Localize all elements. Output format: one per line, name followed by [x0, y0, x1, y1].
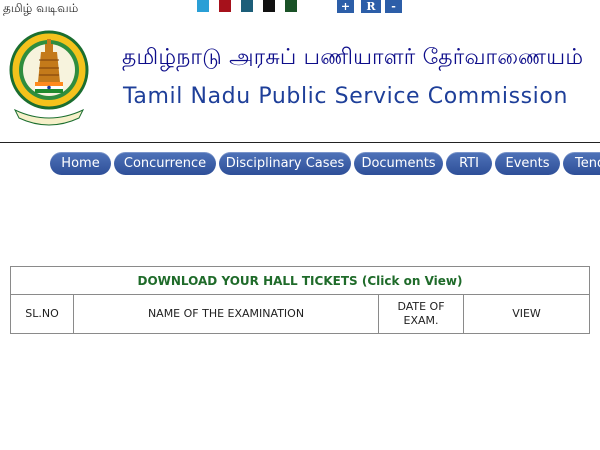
nav-tenders[interactable]: Tend	[563, 152, 600, 175]
tamil-version-link[interactable]: தமிழ் வடிவம்	[3, 0, 78, 16]
theme-color-teal[interactable]	[241, 0, 253, 12]
header-divider	[0, 142, 600, 143]
site-title-english: Tamil Nadu Public Service Commission	[123, 84, 569, 109]
nav-documents[interactable]: Documents	[354, 152, 443, 175]
theme-color-blue[interactable]	[197, 0, 209, 12]
hall-tickets-table: DOWNLOAD YOUR HALL TICKETS (Click on Vie…	[10, 266, 590, 334]
font-increase-button[interactable]: +	[337, 0, 354, 13]
nav-disciplinary-cases[interactable]: Disciplinary Cases	[219, 152, 351, 175]
nav-home[interactable]: Home	[50, 152, 111, 175]
column-header-exam-name: NAME OF THE EXAMINATION	[73, 294, 379, 334]
column-header-sl-no: SL.NO	[10, 294, 74, 334]
column-header-view: VIEW	[463, 294, 590, 334]
column-header-exam-date: DATE OF EXAM.	[378, 294, 464, 334]
utility-bar: தமிழ் வடிவம் + R -	[0, 0, 600, 20]
theme-color-black[interactable]	[263, 0, 275, 12]
site-header: தமிழ்நாடு அரசுப் பணியாளர் தேர்வாணையம் Ta…	[0, 20, 600, 142]
table-caption: DOWNLOAD YOUR HALL TICKETS (Click on Vie…	[10, 266, 590, 295]
font-reset-button[interactable]: R	[361, 0, 381, 13]
theme-color-red[interactable]	[219, 0, 231, 12]
nav-rti[interactable]: RTI	[446, 152, 492, 175]
nav-events[interactable]: Events	[495, 152, 560, 175]
nav-concurrence[interactable]: Concurrence	[114, 152, 216, 175]
theme-color-green[interactable]	[285, 0, 297, 12]
site-title-tamil: தமிழ்நாடு அரசுப் பணியாளர் தேர்வாணையம்	[122, 45, 584, 70]
font-decrease-button[interactable]: -	[385, 0, 402, 13]
tn-seal-logo[interactable]	[9, 22, 89, 126]
